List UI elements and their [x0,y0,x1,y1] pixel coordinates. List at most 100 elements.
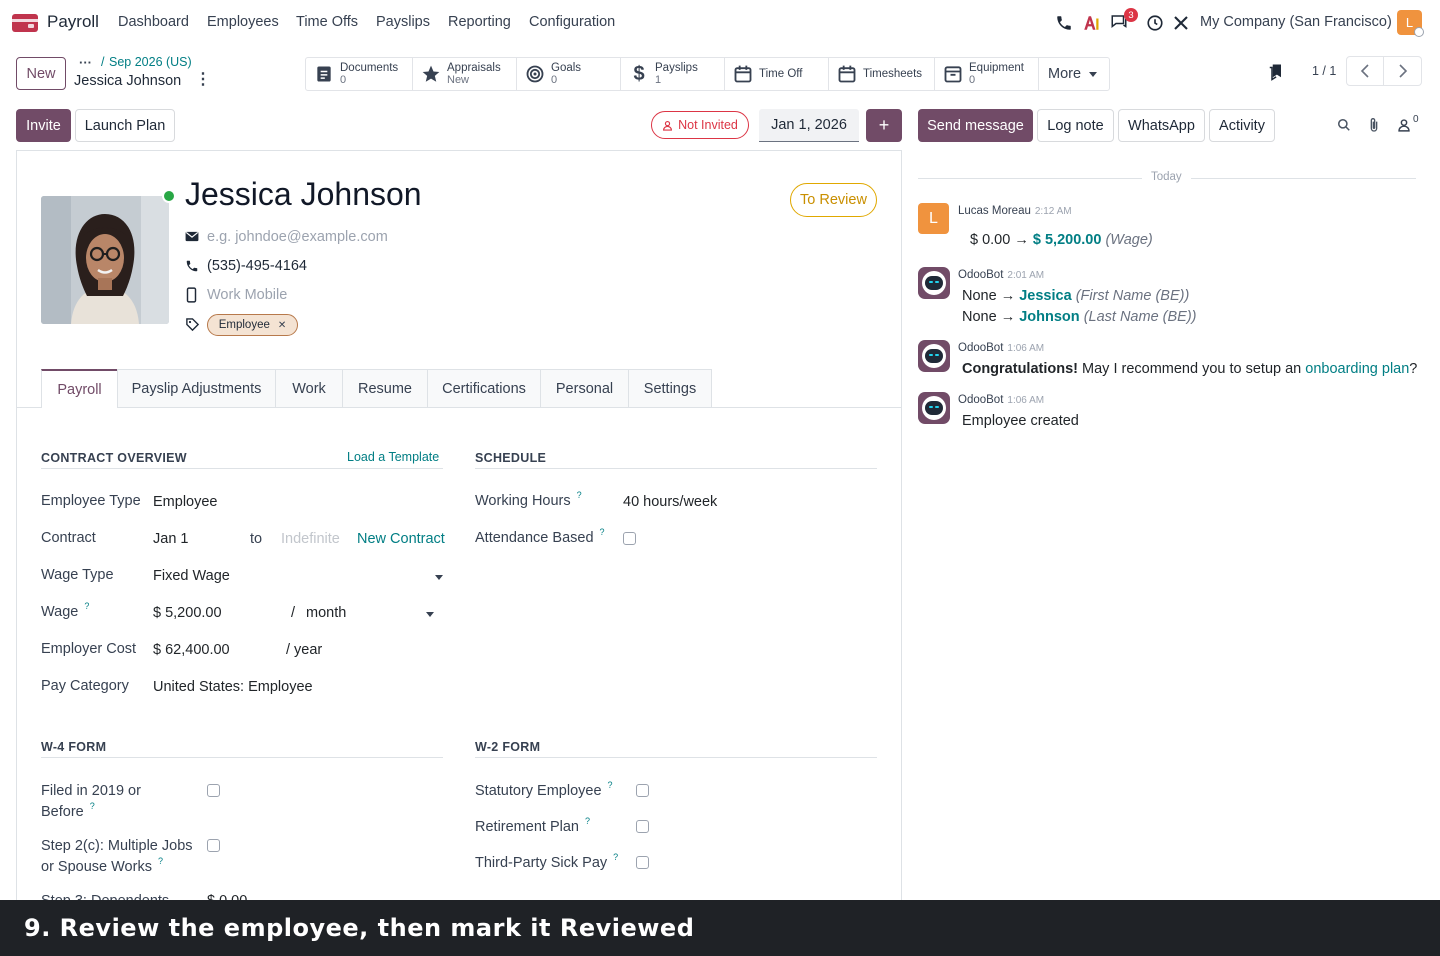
w2-title: W-2 FORM [475,740,541,754]
tab-payroll[interactable]: Payroll [41,369,118,408]
smart-button-documents[interactable]: Documents 0 [306,58,413,90]
tab-settings[interactable]: Settings [628,369,712,407]
smart-button-timesheets[interactable]: Timesheets [829,58,935,90]
smart-button-title: Equipment [969,62,1024,74]
phone-icon[interactable] [1055,14,1073,32]
smart-button-value: 1 [655,74,662,86]
bookmark-icon[interactable] [1266,62,1284,82]
breadcrumb-parent[interactable]: Sep 2026 (US) [109,55,192,69]
to-review-badge[interactable]: To Review [790,183,877,217]
menu-payslips[interactable]: Payslips [376,14,430,30]
onboarding-plan-link[interactable]: onboarding plan [1305,361,1409,377]
tab-certifications[interactable]: Certifications [427,369,541,407]
help-icon[interactable]: ? [84,601,89,611]
pager-value[interactable]: 1 / 1 [1312,64,1336,78]
invite-button[interactable]: Invite [16,109,71,142]
help-icon[interactable]: ? [600,527,605,537]
attendance-based-checkbox[interactable] [623,532,636,545]
load-template-link[interactable]: Load a Template [347,450,439,464]
filed-2019-checkbox[interactable] [207,784,220,797]
pay-category-field[interactable]: United States: Employee [153,679,313,695]
launch-plan-button[interactable]: Launch Plan [75,109,175,142]
author-name[interactable]: OdooBot [958,342,1003,354]
tab-payslip-adjustments[interactable]: Payslip Adjustments [117,369,276,407]
menu-reporting[interactable]: Reporting [448,14,511,30]
author-name[interactable]: OdooBot [958,269,1003,281]
menu-employees[interactable]: Employees [207,14,279,30]
add-button[interactable]: + [866,109,902,142]
work-phone-field[interactable]: (535)-495-4164 [207,258,307,274]
search-icon[interactable] [1337,118,1351,132]
smart-button-title: Appraisals [447,62,501,74]
whatsapp-button[interactable]: WhatsApp [1118,109,1205,142]
retirement-plan-checkbox[interactable] [636,820,649,833]
step2c-checkbox[interactable] [207,839,220,852]
wage-period-chevron-down-icon[interactable] [426,612,434,617]
activity-button[interactable]: Activity [1209,109,1275,142]
wage-type-select[interactable]: Fixed Wage [153,568,230,584]
help-icon[interactable]: ? [585,816,590,826]
smart-button-goals[interactable]: Goals 0 [517,58,621,90]
not-invited-badge[interactable]: Not Invited [651,111,749,139]
message-author: OdooBot 2:01 AM [958,269,1044,281]
pager-previous-button[interactable] [1346,56,1384,86]
tools-icon[interactable] [1172,14,1190,32]
message-avatar[interactable]: L [918,203,949,234]
tag-remove-icon[interactable]: ✕ [278,320,286,331]
employee-type-field[interactable]: Employee [153,494,217,510]
employer-cost-field[interactable]: $ 62,400.00 [153,642,230,658]
help-icon[interactable]: ? [90,801,95,811]
app-switcher-icon[interactable] [12,14,38,32]
calendar-icon [734,65,752,83]
smart-button-equipment[interactable]: Equipment 0 [935,58,1039,90]
menu-dashboard[interactable]: Dashboard [118,14,189,30]
log-note-button[interactable]: Log note [1037,109,1114,142]
odoobot-avatar[interactable] [918,267,950,299]
smart-button-time-off[interactable]: Time Off [725,58,829,90]
paperclip-icon[interactable] [1368,117,1380,133]
company-switcher[interactable]: My Company (San Francisco) [1200,14,1392,30]
record-actions-gear-icon[interactable]: ⋮ [195,72,211,88]
ai-icon[interactable] [1082,14,1100,32]
pager-next-button[interactable] [1384,56,1422,86]
tab-personal[interactable]: Personal [540,369,629,407]
contract-end-field[interactable]: Indefinite [281,531,340,547]
smart-button-appraisals[interactable]: Appraisals New [413,58,517,90]
odoobot-avatar[interactable] [918,392,950,424]
odoobot-avatar[interactable] [918,340,950,372]
app-name[interactable]: Payroll [47,12,99,32]
work-email-field[interactable]: e.g. johndoe@example.com [207,229,388,245]
working-hours-field[interactable]: 40 hours/week [623,494,717,510]
wage-type-chevron-down-icon[interactable] [435,575,443,580]
employee-photo[interactable] [41,196,169,324]
help-icon[interactable]: ? [613,852,618,862]
clock-icon[interactable] [1146,14,1164,32]
statutory-employee-checkbox[interactable] [636,784,649,797]
tutorial-caption: 9. Review the employee, then mark it Rev… [0,900,1440,956]
third-party-sick-pay-checkbox[interactable] [636,856,649,869]
tab-resume[interactable]: Resume [342,369,428,407]
wage-period-select[interactable]: month [306,605,346,621]
new-contract-link[interactable]: New Contract [357,531,445,547]
date-field[interactable]: Jan 1, 2026 [759,109,859,142]
help-icon[interactable]: ? [577,490,582,500]
help-icon[interactable]: ? [158,856,163,866]
menu-time-offs[interactable]: Time Offs [296,14,358,30]
work-mobile-field[interactable]: Work Mobile [207,287,287,303]
new-button[interactable]: New [16,57,66,90]
breadcrumb-ellipsis[interactable]: ··· [79,55,92,70]
help-icon[interactable]: ? [608,780,613,790]
tab-work[interactable]: Work [275,369,343,407]
author-name[interactable]: OdooBot [958,394,1003,406]
send-message-button[interactable]: Send message [918,109,1033,142]
smart-button-more[interactable]: More [1040,58,1109,90]
author-name[interactable]: Lucas Moreau [958,205,1031,217]
smart-button-payslips[interactable]: $ Payslips 1 [621,58,725,90]
followers-icon[interactable] [1397,118,1411,132]
tag-employee[interactable]: Employee ✕ [207,314,298,336]
employee-name[interactable]: Jessica Johnson [185,176,422,213]
contract-start-field[interactable]: Jan 1 [153,531,188,547]
wage-field[interactable]: $ 5,200.00 [153,605,222,621]
menu-configuration[interactable]: Configuration [529,14,615,30]
tracking-line: None → Johnson (Last Name (BE)) [962,309,1197,325]
